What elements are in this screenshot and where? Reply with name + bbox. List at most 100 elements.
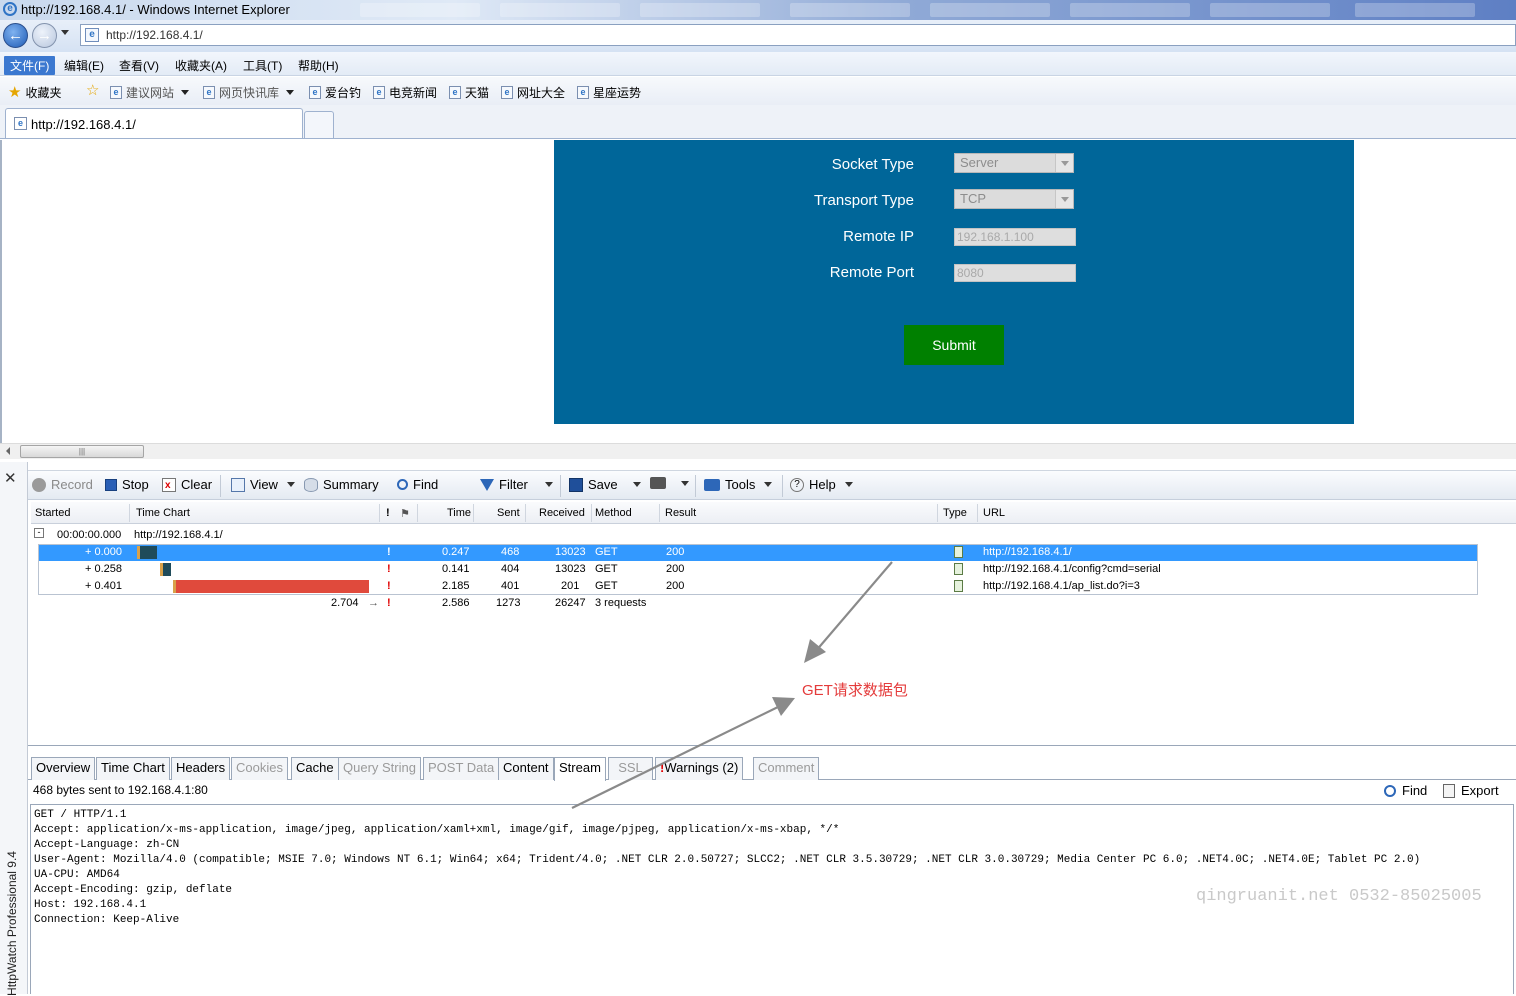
table-row[interactable]: + 0.258 ! 0.141 404 13023 GET 200 http:/… (38, 561, 1478, 578)
remote-port-label: Remote Port (829, 264, 914, 281)
row-warning: ! (387, 546, 391, 558)
submit-button[interactable]: Submit (904, 325, 1004, 365)
find-button[interactable]: Find (397, 477, 438, 492)
column-received[interactable]: Received (539, 507, 585, 519)
view-icon (231, 477, 245, 492)
column-divider (937, 504, 938, 522)
tools-button[interactable]: Tools (704, 477, 773, 492)
tab-cache[interactable]: Cache (291, 757, 339, 780)
add-to-favorites-button[interactable]: ☆ (86, 83, 99, 98)
address-bar[interactable]: e http://192.168.4.1/ (80, 24, 1516, 46)
request-grid: Started Time Chart ! ⚑ Time Sent Receive… (28, 500, 1516, 746)
favorite-item-2[interactable]: e 电竞新闻 (373, 84, 437, 101)
save-button[interactable]: Save (569, 477, 641, 492)
horizontal-scrollbar[interactable]: ||| (0, 443, 1516, 459)
menu-file[interactable]: 文件(F) (4, 56, 56, 75)
favorite-item-1[interactable]: e 爱台钓 (309, 84, 361, 101)
remote-port-input[interactable]: 8080 (954, 264, 1076, 282)
tab-stream[interactable]: Stream (554, 757, 606, 781)
stream-find-button[interactable]: Find (1384, 783, 1427, 798)
socket-type-label: Socket Type (831, 156, 914, 173)
menu-edit[interactable]: 编辑(E) (58, 56, 110, 75)
row-method: GET (595, 546, 618, 558)
row-sent: 401 (501, 580, 520, 592)
toolbar-separator (695, 475, 696, 497)
column-type[interactable]: Type (943, 507, 967, 519)
transport-type-select[interactable]: TCP (954, 189, 1074, 209)
history-dropdown-icon[interactable] (61, 30, 69, 35)
address-url[interactable]: http://192.168.4.1/ (106, 28, 203, 42)
tab-ssl[interactable]: SSL (608, 757, 653, 780)
favorite-item-3[interactable]: e 天猫 (449, 84, 489, 101)
background-window-tab (1355, 3, 1475, 17)
forward-button[interactable]: → (32, 23, 57, 48)
remote-ip-label: Remote IP (843, 228, 914, 245)
favorite-label: 电竞新闻 (389, 86, 438, 100)
column-method[interactable]: Method (595, 507, 632, 519)
back-button[interactable]: ← (3, 23, 28, 48)
tab-query-string[interactable]: Query String (338, 757, 421, 780)
tab-time-chart[interactable]: Time Chart (96, 757, 170, 780)
favorites-label: 收藏夹 (25, 86, 62, 100)
column-url[interactable]: URL (983, 507, 1005, 519)
row-method: GET (595, 580, 618, 592)
column-result[interactable]: Result (665, 507, 696, 519)
column-sent[interactable]: Sent (497, 507, 520, 519)
warnings-label: Warnings (2) (664, 760, 739, 775)
help-button[interactable]: ? Help (790, 477, 853, 492)
browser-tab-active[interactable]: e http://192.168.4.1/ (5, 108, 303, 138)
table-row[interactable]: + 0.000 ! 0.247 468 13023 GET 200 http:/… (38, 544, 1478, 561)
favorite-item-suggested-sites[interactable]: e 建议网站 (110, 84, 190, 101)
scrollbar-thumb[interactable]: ||| (20, 445, 144, 458)
group-url: http://192.168.4.1/ (134, 529, 223, 541)
column-time-chart[interactable]: Time Chart (136, 507, 190, 519)
page-icon: e (14, 117, 27, 130)
column-time[interactable]: Time (447, 507, 471, 519)
tab-content[interactable]: Content (498, 757, 554, 780)
clear-button[interactable]: x Clear (162, 477, 212, 492)
page-group-row[interactable]: - 00:00:00.000 http://192.168.4.1/ (34, 527, 1474, 544)
stream-export-button[interactable]: Export (1443, 783, 1499, 798)
tab-overview[interactable]: Overview (31, 757, 96, 780)
remote-ip-input[interactable]: 192.168.1.100 (954, 228, 1076, 246)
column-divider (659, 504, 660, 522)
favorite-item-5[interactable]: e 星座运势 (577, 84, 641, 101)
httpwatch-toolbar: Record Stop x Clear View Summary Find Fi… (28, 470, 1516, 500)
column-flag-icon[interactable]: ⚑ (400, 507, 410, 520)
tab-warnings[interactable]: !Warnings (2) (655, 757, 744, 780)
tab-post-data[interactable]: POST Data (423, 757, 500, 780)
row-sent: 468 (501, 546, 520, 558)
annotation-label: GET请求数据包 (802, 682, 908, 699)
column-started[interactable]: Started (35, 507, 70, 519)
stop-button[interactable]: Stop (105, 477, 149, 492)
favorites-button[interactable]: ★ 收藏夹 (8, 84, 61, 101)
summary-button[interactable]: Summary (304, 477, 379, 492)
collapse-icon[interactable]: - (34, 528, 44, 538)
tab-comment[interactable]: Comment (753, 757, 820, 780)
record-button[interactable]: Record (32, 477, 93, 492)
socket-type-select[interactable]: Server (954, 153, 1074, 173)
menu-tools[interactable]: 工具(T) (237, 56, 288, 75)
view-button[interactable]: View (231, 477, 295, 492)
row-time: 0.247 (442, 546, 470, 558)
transport-type-label: Transport Type (813, 192, 914, 209)
print-button[interactable] (650, 477, 689, 489)
close-icon[interactable]: ✕ (4, 469, 17, 487)
table-row[interactable]: + 0.401 ! 2.185 401 201 GET 200 http://1… (38, 578, 1478, 595)
menu-view[interactable]: 查看(V) (113, 56, 165, 75)
scroll-left-icon[interactable] (6, 447, 10, 455)
background-window-tab (930, 3, 1050, 17)
save-icon (569, 477, 583, 492)
toolbox-icon (704, 478, 720, 491)
new-tab-button[interactable] (304, 111, 334, 138)
favorite-item-web-slice[interactable]: e 网页快讯库 (203, 84, 295, 101)
menu-favorites[interactable]: 收藏夹(A) (169, 56, 233, 75)
column-warning[interactable]: ! (386, 507, 390, 519)
background-window-tab (790, 3, 910, 17)
favorite-label: 建议网站 (126, 86, 175, 100)
tab-headers[interactable]: Headers (171, 757, 231, 780)
menu-help[interactable]: 帮助(H) (292, 56, 345, 75)
favorite-item-4[interactable]: e 网址大全 (501, 84, 565, 101)
tab-cookies[interactable]: Cookies (231, 757, 288, 780)
filter-button[interactable]: Filter (480, 477, 553, 492)
